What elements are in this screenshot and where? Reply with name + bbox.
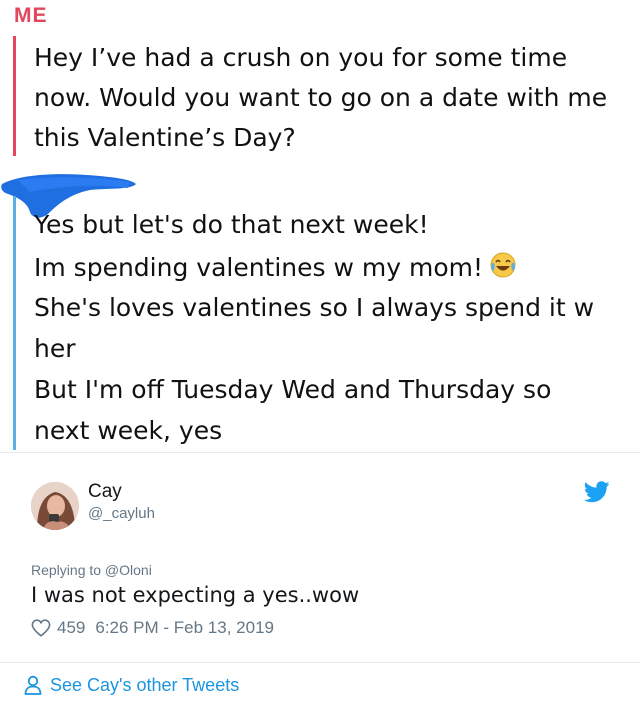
avatar[interactable] <box>31 482 79 530</box>
tweet-footer-divider <box>0 662 640 663</box>
reply-line-text: Im spending valentines w my mom! <box>34 253 484 282</box>
my-message: Hey I’ve had a crush on you for some tim… <box>34 43 608 152</box>
sender-label: ME <box>14 4 48 27</box>
replying-to[interactable]: Replying to @Oloni <box>31 562 152 578</box>
tears-of-joy-emoji <box>489 251 517 291</box>
reply-line: Im spending valentines w my mom! <box>34 248 634 291</box>
see-other-tweets-link[interactable]: See Cay's other Tweets <box>24 673 239 697</box>
heart-icon[interactable] <box>31 619 51 637</box>
user-handle[interactable]: @_cayluh <box>88 505 155 522</box>
twitter-bird-icon[interactable] <box>584 481 610 503</box>
tweet-meta: 459 6:26 PM - Feb 13, 2019 <box>31 617 274 639</box>
reply-line: next week, yes <box>34 416 223 445</box>
person-icon <box>24 675 42 695</box>
tweet-text: I was not expecting a yes..wow <box>31 583 360 607</box>
my-message-bar <box>13 36 16 156</box>
see-other-tweets-label[interactable]: See Cay's other Tweets <box>50 675 239 696</box>
display-name[interactable]: Cay <box>88 481 122 503</box>
tweet-timestamp[interactable]: 6:26 PM - Feb 13, 2019 <box>95 618 274 638</box>
reply-line: She's loves valentines so I always spend… <box>34 293 595 322</box>
reply-line: But I'm off Tuesday Wed and Thursday so <box>34 375 552 404</box>
reply-message-bar <box>13 196 16 450</box>
embedded-tweet: Cay @_cayluh Replying to @Oloni I was no… <box>0 453 640 707</box>
like-count[interactable]: 459 <box>57 618 85 638</box>
reply-line: her <box>34 334 76 363</box>
reply-line: Yes but let's do that next week! <box>34 210 429 239</box>
text-message-screenshot: ME Hey I’ve had a crush on you for some … <box>0 0 640 452</box>
